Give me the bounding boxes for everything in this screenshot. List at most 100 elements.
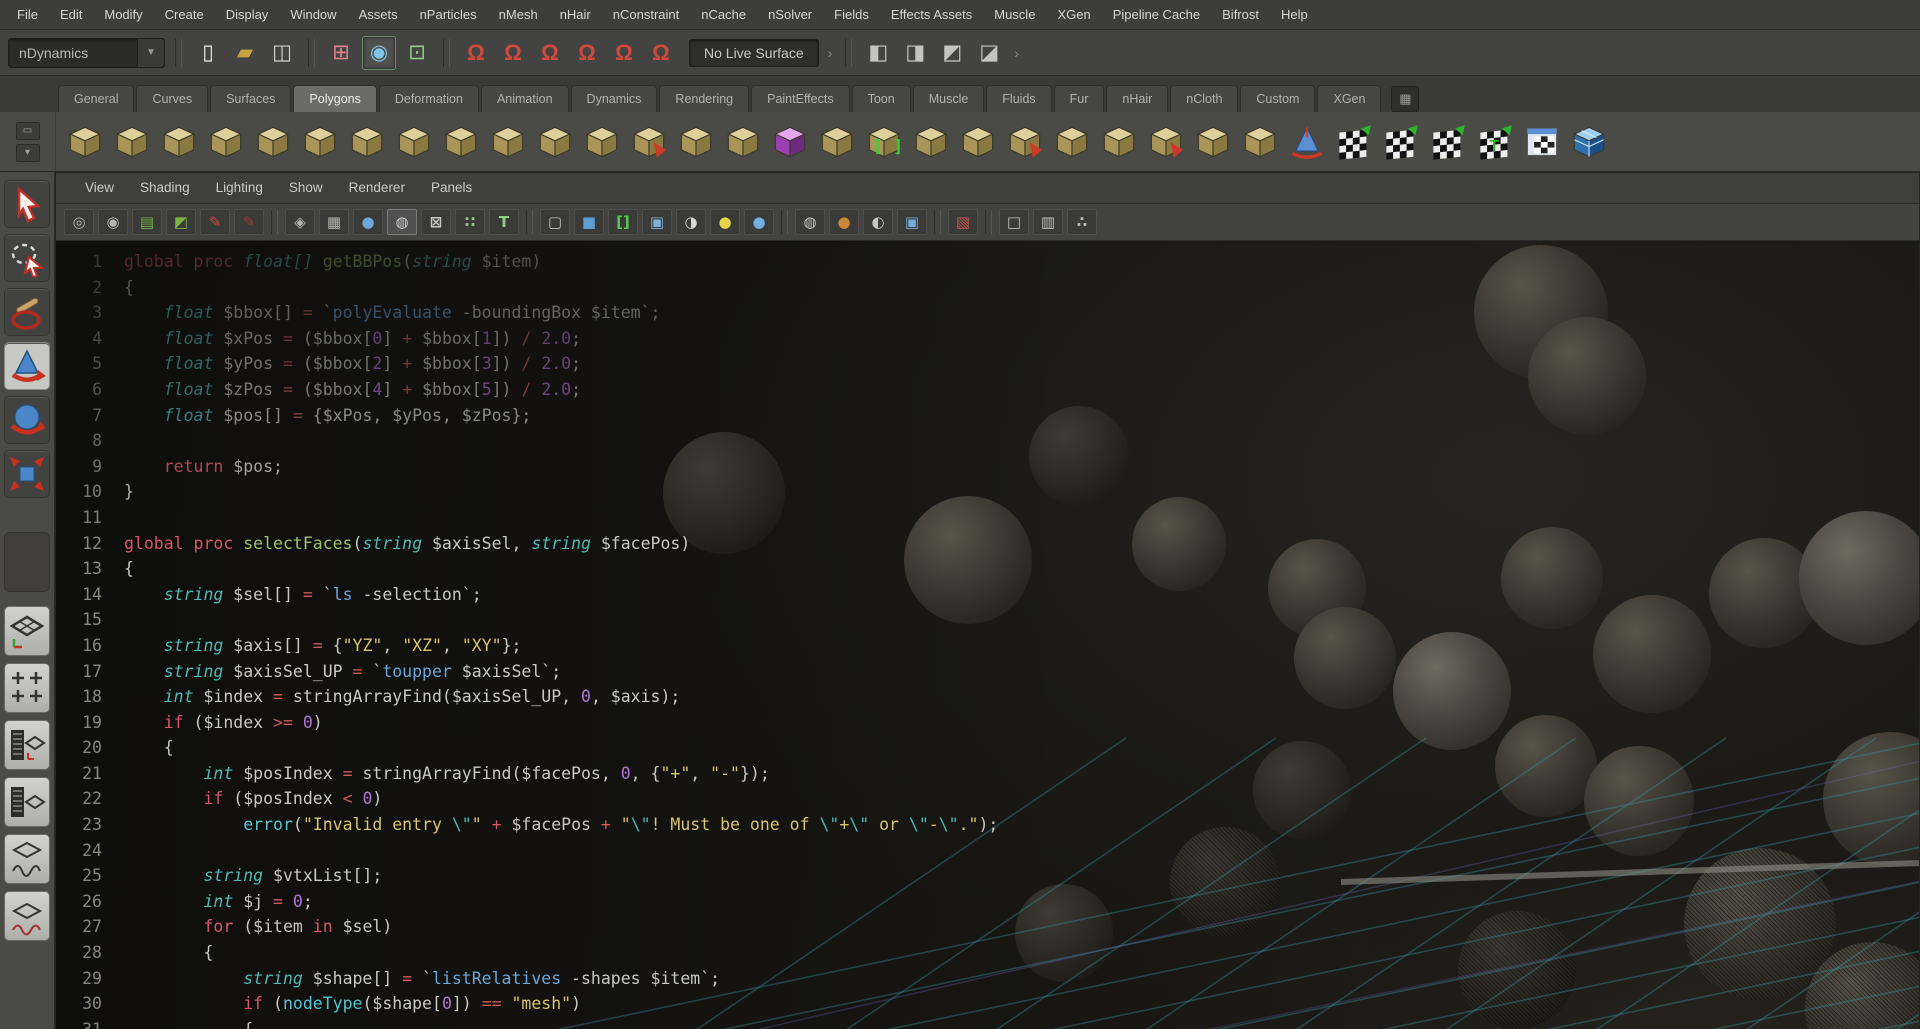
edit-edge-flow-icon[interactable]: [ ]	[865, 123, 903, 161]
shelf-tab-rendering[interactable]: Rendering	[659, 85, 749, 112]
snap-to-curve-icon[interactable]: Ω	[497, 37, 529, 69]
menu-nparticles[interactable]: nParticles	[409, 0, 488, 30]
polygon-soccer-ball-icon[interactable]	[536, 123, 574, 161]
panel-menu-panels[interactable]: Panels	[418, 173, 485, 203]
bookmarks-icon[interactable]: ▤	[132, 209, 162, 235]
isolate-select-icon[interactable]: ▧	[948, 209, 978, 235]
menu-nmesh[interactable]: nMesh	[488, 0, 549, 30]
menu-assets[interactable]: Assets	[348, 0, 409, 30]
snap-to-projected-center-icon[interactable]: Ω	[571, 37, 603, 69]
select-tool[interactable]	[4, 180, 50, 228]
share-icon[interactable]: ∴	[1067, 209, 1097, 235]
outliner-persp-layout[interactable]	[4, 720, 50, 770]
polygon-cone-icon[interactable]	[207, 123, 245, 161]
move-tool[interactable]	[4, 342, 50, 390]
panel-menu-renderer[interactable]: Renderer	[336, 173, 418, 203]
menu-nhair[interactable]: nHair	[549, 0, 602, 30]
polygon-cube-icon[interactable]	[113, 123, 151, 161]
ipr-render-icon[interactable]: ◩	[936, 37, 968, 69]
combine-icon[interactable]	[630, 123, 668, 161]
render-view-icon[interactable]: ◧	[862, 37, 894, 69]
menu-bifrost[interactable]: Bifrost	[1211, 0, 1270, 30]
component-brackets-icon[interactable]: []	[608, 209, 638, 235]
planar-mapping-icon[interactable]	[1335, 123, 1373, 161]
image-plane-icon[interactable]: ◩	[166, 209, 196, 235]
menu-nsolver[interactable]: nSolver	[757, 0, 823, 30]
menu-help[interactable]: Help	[1270, 0, 1319, 30]
wireframe-sphere-icon[interactable]: ◍	[387, 209, 417, 235]
polygon-helix-icon[interactable]	[489, 123, 527, 161]
menu-window[interactable]: Window	[279, 0, 347, 30]
smooth-icon[interactable]	[818, 123, 856, 161]
toolbar-grip[interactable]	[308, 39, 315, 67]
two-sided-lighting-icon[interactable]: ∷	[455, 209, 485, 235]
shelf-tab-xgen[interactable]: XGen	[1317, 85, 1381, 112]
gate-mask-icon[interactable]: ⊠	[421, 209, 451, 235]
crease-sets-icon[interactable]	[1570, 123, 1608, 161]
polygon-cylinder-icon[interactable]	[160, 123, 198, 161]
menu-muscle[interactable]: Muscle	[983, 0, 1046, 30]
blue-light-icon[interactable]: ●	[744, 209, 774, 235]
last-tool-slot[interactable]	[4, 532, 50, 592]
camera-attributes-icon[interactable]: ◉	[98, 209, 128, 235]
live-surface-field[interactable]: No Live Surface	[689, 39, 819, 67]
shelf-tab-fluids[interactable]: Fluids	[986, 85, 1051, 112]
menu-ncache[interactable]: nCache	[690, 0, 757, 30]
grease-pencil-icon[interactable]: ✎	[200, 209, 230, 235]
panel-menu-view[interactable]: View	[72, 173, 127, 203]
viewport[interactable]: 1global proc float[] getBBPos(string $it…	[56, 241, 1919, 1029]
merge-icon[interactable]	[1053, 123, 1091, 161]
object-detail-icon[interactable]: □	[999, 209, 1029, 235]
split-mesh-icon[interactable]	[1194, 123, 1232, 161]
blue-cubes-icon[interactable]: ▣	[897, 209, 927, 235]
delete-edge-icon[interactable]	[1147, 123, 1185, 161]
shelf-tab-painteffects[interactable]: PaintEffects	[751, 85, 849, 112]
extract-icon[interactable]	[724, 123, 762, 161]
select-object-icon[interactable]: ◉	[362, 36, 396, 70]
menu-edit[interactable]: Edit	[49, 0, 93, 30]
menu-display[interactable]: Display	[215, 0, 280, 30]
save-scene-icon[interactable]: ◫	[266, 37, 298, 69]
panel-menu-lighting[interactable]: Lighting	[203, 173, 276, 203]
shelf-editor-icon[interactable]: ▦	[1391, 86, 1419, 112]
multi-pane-layout[interactable]	[4, 891, 50, 941]
render-current-frame-icon[interactable]: ◨	[899, 37, 931, 69]
shelf-menu-icon[interactable]: ▾	[16, 144, 40, 162]
open-scene-icon[interactable]: ▰	[229, 37, 261, 69]
shelf-tab-toggle-icon[interactable]: ▭	[16, 122, 40, 140]
booleans-icon[interactable]	[771, 123, 809, 161]
checker-sphere-icon[interactable]: ◑	[676, 209, 706, 235]
bevel-icon[interactable]	[912, 123, 950, 161]
shelf-tab-surfaces[interactable]: Surfaces	[210, 85, 291, 112]
polygon-sphere-icon[interactable]	[66, 123, 104, 161]
menu-set-selector[interactable]: nDynamics ▼	[8, 38, 165, 68]
shelf-tab-general[interactable]: General	[58, 85, 134, 112]
paint-effects-icon[interactable]: ✎	[234, 209, 264, 235]
shelf-tab-ncloth[interactable]: nCloth	[1170, 85, 1238, 112]
average-vertices-icon[interactable]	[1288, 123, 1326, 161]
menu-modify[interactable]: Modify	[93, 0, 153, 30]
new-scene-icon[interactable]: ▯	[192, 37, 224, 69]
snap-to-grid-icon[interactable]: Ω	[460, 37, 492, 69]
merge-to-center-icon[interactable]	[1100, 123, 1138, 161]
texture-view-icon[interactable]: T	[489, 209, 519, 235]
select-hierarchy-icon[interactable]: ⊞	[325, 37, 357, 69]
toolbar-grip[interactable]	[175, 39, 182, 67]
textured-cube-icon[interactable]: ▣	[642, 209, 672, 235]
append-facet-icon[interactable]	[1241, 123, 1279, 161]
menu-fields[interactable]: Fields	[823, 0, 880, 30]
shelf-tab-fur[interactable]: Fur	[1054, 85, 1105, 112]
spherical-mapping-icon[interactable]	[1429, 123, 1467, 161]
yellow-light-icon[interactable]: ●	[710, 209, 740, 235]
shelf-tab-muscle[interactable]: Muscle	[913, 85, 985, 112]
make-live-icon[interactable]: Ω	[645, 37, 677, 69]
grid-icon[interactable]: ◈	[285, 209, 315, 235]
snap-to-point-icon[interactable]: Ω	[534, 37, 566, 69]
wireframe-cube-icon[interactable]: ▢	[540, 209, 570, 235]
default-light-icon[interactable]: ◍	[795, 209, 825, 235]
polygon-torus-icon[interactable]	[301, 123, 339, 161]
snap-to-view-plane-icon[interactable]: Ω	[608, 37, 640, 69]
polygon-pyramid-icon[interactable]	[395, 123, 433, 161]
half-shade-icon[interactable]: ◐	[863, 209, 893, 235]
shelf-tab-polygons[interactable]: Polygons	[293, 85, 376, 112]
